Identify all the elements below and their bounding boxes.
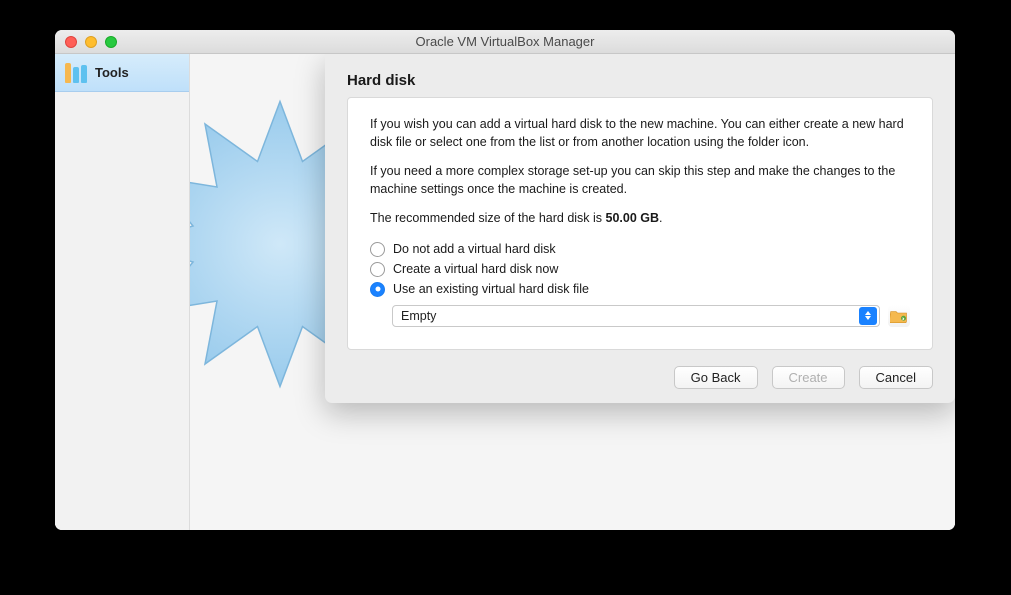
sidebar-item-tools[interactable]: Tools xyxy=(55,54,189,92)
radio-icon xyxy=(370,262,385,277)
titlebar: Oracle VM VirtualBox Manager xyxy=(55,30,955,54)
browse-folder-button[interactable] xyxy=(888,305,910,327)
radio-option-create[interactable]: Create a virtual hard disk now xyxy=(370,262,910,277)
radio-label: Use an existing virtual hard disk file xyxy=(393,282,589,296)
main-pane: Hard disk If you wish you can add a virt… xyxy=(190,54,955,530)
tools-icon xyxy=(65,63,87,83)
dropdown-caret-icon xyxy=(859,307,877,325)
dialog-recommend: The recommended size of the hard disk is… xyxy=(370,210,910,228)
folder-icon xyxy=(890,309,908,323)
cancel-button[interactable]: Cancel xyxy=(859,366,933,389)
radio-option-existing[interactable]: Use an existing virtual hard disk file xyxy=(370,282,910,297)
disk-file-selected: Empty xyxy=(401,309,436,323)
radio-icon xyxy=(370,282,385,297)
dialog-paragraph-1: If you wish you can add a virtual hard d… xyxy=(370,116,910,151)
sidebar-item-label: Tools xyxy=(95,65,129,80)
disk-file-select[interactable]: Empty xyxy=(392,305,880,327)
radio-icon xyxy=(370,242,385,257)
app-window: Oracle VM VirtualBox Manager Tools xyxy=(55,30,955,530)
radio-option-none[interactable]: Do not add a virtual hard disk xyxy=(370,242,910,257)
radio-label: Create a virtual hard disk now xyxy=(393,262,558,276)
go-back-button[interactable]: Go Back xyxy=(674,366,758,389)
sidebar: Tools xyxy=(55,54,190,530)
dialog-card: If you wish you can add a virtual hard d… xyxy=(347,97,933,350)
dialog-paragraph-2: If you need a more complex storage set-u… xyxy=(370,163,910,198)
radio-label: Do not add a virtual hard disk xyxy=(393,242,556,256)
create-button: Create xyxy=(772,366,845,389)
window-title: Oracle VM VirtualBox Manager xyxy=(55,34,955,49)
dialog-heading: Hard disk xyxy=(347,72,933,89)
wizard-sheet: Hard disk If you wish you can add a virt… xyxy=(325,54,955,403)
